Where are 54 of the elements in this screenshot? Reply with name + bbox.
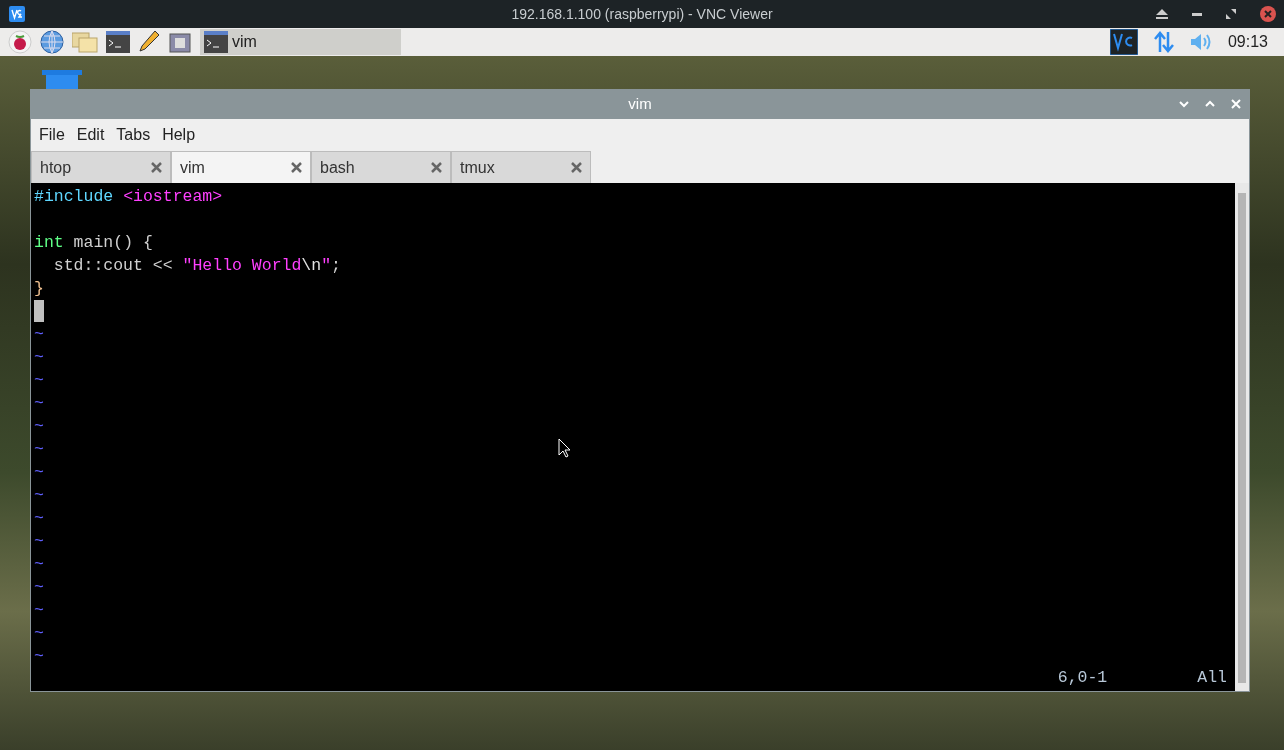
pencil-icon[interactable] (138, 30, 160, 54)
empty-line-marker: ~ (34, 555, 44, 574)
tab[interactable]: vim (171, 151, 311, 183)
tab[interactable]: tmux (451, 151, 591, 183)
menu-item[interactable]: Help (156, 123, 202, 147)
scroll-position: All (1197, 667, 1227, 689)
menu-item[interactable]: Edit (70, 123, 111, 147)
trash-icon[interactable] (42, 70, 82, 89)
window-title: 192.168.1.100 (raspberrypi) - VNC Viewer (511, 5, 773, 24)
vnc-logo-icon (9, 6, 25, 22)
globe-icon[interactable] (40, 30, 64, 54)
tab[interactable]: htop (31, 151, 171, 183)
close-icon[interactable] (571, 162, 582, 173)
terminal-icon[interactable] (106, 31, 130, 53)
scrollbar[interactable] (1235, 183, 1249, 691)
chevron-down-icon[interactable] (1179, 100, 1189, 108)
code-line: #include <iostream> (34, 187, 223, 206)
close-icon[interactable] (291, 162, 302, 173)
empty-line-marker: ~ (34, 463, 44, 482)
network-arrows-icon[interactable] (1153, 31, 1174, 53)
empty-line-marker: ~ (34, 394, 44, 413)
fullscreen-icon[interactable] (1226, 9, 1236, 19)
code-line: std::cout << "Hello World\n"; (52, 256, 341, 275)
minimize-icon[interactable] (1192, 12, 1202, 16)
chevron-up-icon[interactable] (1205, 100, 1215, 108)
cursor-position: 6,0-1 (1057, 667, 1108, 689)
close-icon[interactable] (151, 162, 162, 173)
empty-line-marker: ~ (34, 325, 44, 344)
clock[interactable]: 09:13 (1227, 30, 1268, 54)
code-line: int main() { (34, 233, 153, 252)
terminal-icon (204, 31, 228, 53)
empty-line-marker: ~ (34, 647, 44, 666)
menu-item[interactable]: File (33, 123, 71, 147)
empty-line-marker: ~ (34, 601, 44, 620)
empty-line-marker: ~ (34, 578, 44, 597)
close-icon[interactable] (431, 162, 442, 173)
empty-line-marker: ~ (34, 532, 44, 551)
empty-line-marker: ~ (34, 509, 44, 528)
taskbar-button[interactable]: vim (200, 29, 401, 55)
menu-item[interactable]: Tabs (110, 123, 157, 147)
eject-icon[interactable] (1156, 9, 1168, 19)
mouse-pointer-icon (558, 438, 572, 458)
code-line: } (34, 279, 44, 298)
tab[interactable]: bash (311, 151, 451, 183)
vnc-server-icon[interactable] (1109, 29, 1138, 55)
empty-line-marker: ~ (34, 486, 44, 505)
empty-line-marker: ~ (34, 371, 44, 390)
window-title: vim (628, 94, 652, 115)
raspberry-menu-icon[interactable] (8, 30, 32, 54)
empty-line-marker: ~ (34, 348, 44, 367)
close-icon[interactable] (1260, 6, 1276, 22)
empty-line-marker: ~ (34, 417, 44, 436)
empty-line-marker: ~ (34, 440, 44, 459)
empty-line-marker: ~ (34, 624, 44, 643)
